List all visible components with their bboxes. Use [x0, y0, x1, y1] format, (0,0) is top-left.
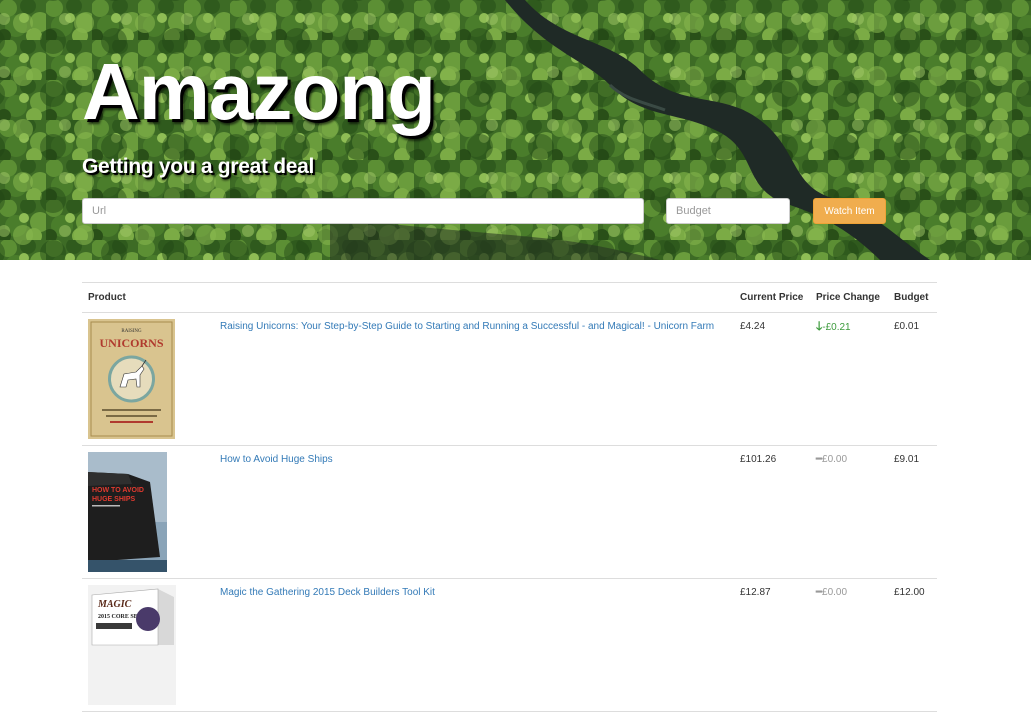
price-change-value: £0.00 [822, 454, 848, 465]
header-budget: Budget [888, 282, 937, 313]
price-change-cell: ━£0.00 [810, 445, 888, 579]
product-box-image[interactable]: MAGIC 2015 CORE SET [88, 585, 176, 705]
brand-title: Amazong [82, 47, 436, 136]
price-change-cell: 🡓-£0.21 [810, 312, 888, 446]
header-product-title [214, 282, 734, 313]
price-change-value: -£0.21 [822, 322, 851, 333]
header-current-price: Current Price [734, 282, 810, 313]
svg-text:HOW TO AVOID: HOW TO AVOID [92, 487, 144, 494]
budget-input[interactable] [666, 198, 790, 224]
budget-value: £12.00 [888, 578, 937, 712]
svg-text:HUGE SHIPS: HUGE SHIPS [92, 496, 136, 503]
tagline: Getting you a great deal [82, 155, 315, 178]
current-price: £101.26 [734, 445, 810, 579]
price-change: 🡓-£0.21 [816, 319, 851, 333]
product-image-cell: HOW TO AVOID HUGE SHIPS [82, 445, 214, 579]
budget-value: £0.01 [888, 312, 937, 446]
product-image-cell: MAGIC 2015 CORE SET [82, 578, 214, 712]
table-row: HOW TO AVOID HUGE SHIPS How to Avoid Hug… [82, 445, 937, 579]
price-change: ━£0.00 [816, 587, 847, 598]
product-title-cell: How to Avoid Huge Ships [214, 445, 734, 579]
price-change-cell: ━£0.00 [810, 578, 888, 712]
current-price: £4.24 [734, 312, 810, 446]
svg-text:MAGIC: MAGIC [97, 599, 132, 610]
budget-value: £9.01 [888, 445, 937, 579]
table-row: MAGIC 2015 CORE SET Magic the Gathering … [82, 578, 937, 712]
product-link[interactable]: Raising Unicorns: Your Step-by-Step Guid… [220, 321, 714, 332]
current-price: £12.87 [734, 578, 810, 712]
table-header-row: Product Current Price Price Change Budge… [82, 282, 937, 313]
price-change: ━£0.00 [816, 454, 847, 465]
table-row: RAISING UNICORNS Raising Unicorns: Your … [82, 312, 937, 446]
product-image-cell: RAISING UNICORNS [82, 312, 214, 446]
hero-banner: Amazong Getting you a great deal Watch I… [0, 0, 1031, 260]
product-link[interactable]: Magic the Gathering 2015 Deck Builders T… [220, 587, 435, 598]
header-product: Product [82, 282, 214, 313]
book-cover-image[interactable]: RAISING UNICORNS [88, 319, 175, 439]
svg-text:RAISING: RAISING [121, 329, 142, 334]
price-change-value: £0.00 [822, 587, 848, 598]
header-price-change: Price Change [810, 282, 888, 313]
product-title-cell: Raising Unicorns: Your Step-by-Step Guid… [214, 312, 734, 446]
product-title-cell: Magic the Gathering 2015 Deck Builders T… [214, 578, 734, 712]
watch-item-button[interactable]: Watch Item [813, 198, 886, 224]
watched-items-table: Product Current Price Price Change Budge… [82, 282, 937, 712]
svg-text:2015 CORE SET: 2015 CORE SET [98, 614, 142, 620]
product-link[interactable]: How to Avoid Huge Ships [220, 454, 333, 465]
svg-text:UNICORNS: UNICORNS [99, 336, 163, 350]
book-cover-image[interactable]: HOW TO AVOID HUGE SHIPS [88, 452, 167, 572]
url-input[interactable] [82, 198, 644, 224]
